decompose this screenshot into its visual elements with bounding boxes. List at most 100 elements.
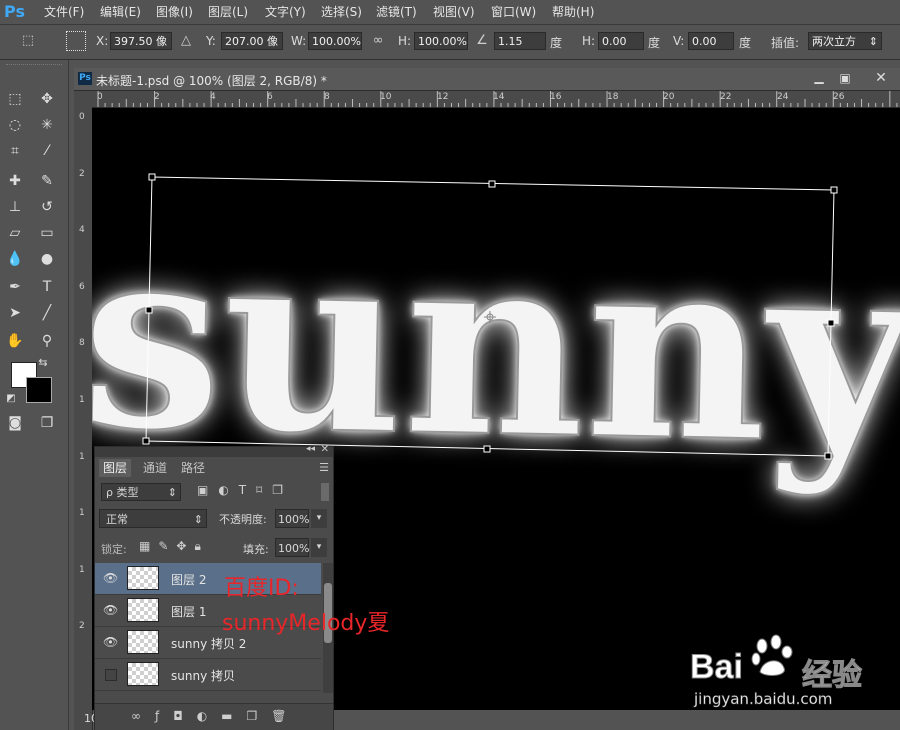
lock-icons[interactable]: ▦✎✥🔒︎: [139, 539, 209, 554]
opacity-dropdown-icon[interactable]: ▾: [311, 509, 327, 528]
collapse-icon[interactable]: ◂◂: [306, 444, 315, 454]
filter-toggle[interactable]: [321, 483, 329, 501]
menu-filter[interactable]: 滤镜(T): [376, 0, 417, 24]
document-title: 未标题-1.psd @ 100% (图层 2, RGB/8) *: [96, 74, 327, 88]
panel-close-icon[interactable]: ✕: [321, 444, 329, 455]
ruler-label: 1: [79, 508, 85, 518]
visibility-eye-icon[interactable]: 👁︎: [103, 603, 118, 617]
dodge-tool-icon[interactable]: ●: [36, 248, 58, 270]
layer-row[interactable]: sunny 拷贝: [95, 659, 321, 691]
blend-mode-value: 正常: [106, 513, 128, 526]
vskew-unit: 度: [739, 36, 752, 50]
menu-view[interactable]: 视图(V): [433, 0, 475, 24]
vskew-field[interactable]: 0.00: [688, 32, 734, 50]
toolbox-grip[interactable]: [6, 64, 62, 71]
filter-type-select[interactable]: ρ 类型 ⇕: [101, 483, 181, 501]
healing-brush-tool-icon[interactable]: ✚: [4, 170, 26, 192]
type-tool-icon[interactable]: T: [36, 276, 58, 298]
minimize-icon[interactable]: ▁: [808, 70, 830, 86]
swap-colors-icon[interactable]: ⇆: [36, 356, 50, 370]
path-selection-tool-icon[interactable]: ➤: [4, 302, 26, 324]
ruler-vertical[interactable]: 0 2 4 6 8 1 1 1 1 2: [74, 107, 93, 730]
document-tab[interactable]: Ps 未标题-1.psd @ 100% (图层 2, RGB/8) * ▁ ▣ …: [74, 68, 900, 91]
interpolation-select[interactable]: 两次立方 ⇕: [808, 32, 882, 50]
ruler-label: 14: [493, 92, 505, 102]
default-colors-icon[interactable]: ◩: [4, 392, 18, 406]
menu-select[interactable]: 选择(S): [321, 0, 362, 24]
eraser-tool-icon[interactable]: ▱: [4, 222, 26, 244]
quick-mask-icon[interactable]: ◙: [4, 412, 26, 434]
width-field[interactable]: 100.00%: [308, 32, 362, 50]
fill-field[interactable]: 100%: [275, 538, 309, 557]
height-field[interactable]: 100.00%: [414, 32, 468, 50]
layer-action-icons[interactable]: ∞ƒ◘◐▬❐🗑︎: [131, 709, 301, 723]
magic-wand-tool-icon[interactable]: ✳: [36, 114, 58, 136]
hskew-unit: 度: [648, 36, 661, 50]
close-icon[interactable]: ✕: [870, 70, 892, 86]
ruler-label: 2: [154, 92, 160, 102]
brush-tool-icon[interactable]: ✎: [36, 170, 58, 192]
move-tool-icon[interactable]: ✥: [36, 88, 58, 110]
ruler-label: 26: [833, 92, 845, 102]
menu-edit[interactable]: 编辑(E): [100, 0, 141, 24]
w-label: W:: [291, 34, 307, 48]
lasso-tool-icon[interactable]: ◌: [4, 114, 26, 136]
chevron-down-icon: ⇕: [193, 513, 203, 526]
blur-tool-icon[interactable]: 💧: [4, 248, 26, 270]
tab-channels[interactable]: 通道: [139, 459, 171, 477]
layer-thumbnail: [127, 566, 159, 590]
reference-point-icon[interactable]: [66, 31, 86, 51]
line-tool-icon[interactable]: ╱: [36, 302, 58, 324]
y-field[interactable]: 207.00 像: [221, 32, 283, 50]
rotate-angle-icon: ∠: [476, 33, 488, 48]
zoom-tool-icon[interactable]: ⚲: [36, 330, 58, 352]
history-brush-tool-icon[interactable]: ↺: [36, 196, 58, 218]
menu-image[interactable]: 图像(I): [156, 0, 193, 24]
angle-unit: 度: [550, 36, 563, 50]
panel-header[interactable]: ◂◂ ✕: [95, 444, 333, 457]
ruler-horizontal[interactable]: 0 2 4 6 8 10 12 14 16 18 20 22 24 26: [74, 91, 900, 108]
tab-paths[interactable]: 路径: [177, 459, 209, 477]
screen-mode-icon[interactable]: ❐: [36, 412, 58, 434]
menu-bar: Ps 文件(F) 编辑(E) 图像(I) 图层(L) 文字(Y) 选择(S) 滤…: [0, 0, 900, 25]
baidu-jingyan-logo: Bai 经验 jingyan.baidu.com: [690, 628, 890, 718]
delta-icon[interactable]: △: [178, 33, 194, 49]
visibility-eye-icon[interactable]: 👁︎: [103, 635, 118, 649]
hskew-field[interactable]: 0.00: [598, 32, 644, 50]
crop-tool-icon[interactable]: ⌗: [4, 140, 26, 162]
x-field[interactable]: 397.50 像: [110, 32, 172, 50]
blend-mode-select[interactable]: 正常 ⇕: [99, 509, 207, 528]
watermark-red-line2: sunnyMelody夏: [222, 611, 390, 636]
ruler-label: 16: [550, 92, 562, 102]
toolbox: ⬚ ✥ ◌ ✳ ⌗ ⁄ ✚ ✎ ⊥ ↺ ▱ ▭ 💧 ● ✒ T ➤ ╱ ✋ ⚲ …: [0, 60, 69, 730]
marquee-tool-icon[interactable]: ⬚: [4, 88, 26, 110]
stamp-tool-icon[interactable]: ⊥: [4, 196, 26, 218]
panel-menu-icon[interactable]: ☰: [319, 461, 329, 474]
ruler-label: 8: [79, 338, 85, 348]
link-icon[interactable]: ∞: [370, 33, 386, 49]
visibility-toggle-empty[interactable]: [105, 669, 117, 681]
options-bar: ⬚ X: 397.50 像 △ Y: 207.00 像 W: 100.00% ∞…: [0, 25, 900, 60]
pen-tool-icon[interactable]: ✒: [4, 276, 26, 298]
background-color-swatch[interactable]: [26, 377, 52, 403]
menu-type[interactable]: 文字(Y): [265, 0, 306, 24]
menu-layer[interactable]: 图层(L): [208, 0, 248, 24]
opacity-field[interactable]: 100%: [275, 509, 309, 528]
ruler-label: 2: [79, 621, 85, 631]
menu-window[interactable]: 窗口(W): [491, 0, 536, 24]
tab-layers[interactable]: 图层: [99, 459, 132, 477]
rotate-field[interactable]: 1.15: [494, 32, 546, 50]
layer-thumbnail: [127, 598, 159, 622]
hand-tool-icon[interactable]: ✋: [4, 330, 26, 352]
maximize-icon[interactable]: ▣: [834, 70, 856, 86]
menu-help[interactable]: 帮助(H): [552, 0, 594, 24]
layer-filter-icons[interactable]: ▣◐T⌑❐: [197, 483, 293, 497]
layer-name: sunny 拷贝: [171, 669, 235, 683]
eyedropper-tool-icon[interactable]: ⁄: [36, 140, 58, 162]
gradient-tool-icon[interactable]: ▭: [36, 222, 58, 244]
visibility-eye-icon[interactable]: 👁︎: [103, 571, 118, 585]
transform-tool-icon[interactable]: ⬚: [20, 33, 36, 49]
fill-dropdown-icon[interactable]: ▾: [311, 538, 327, 557]
menu-file[interactable]: 文件(F): [44, 0, 84, 24]
ruler-label: 0: [97, 92, 103, 102]
